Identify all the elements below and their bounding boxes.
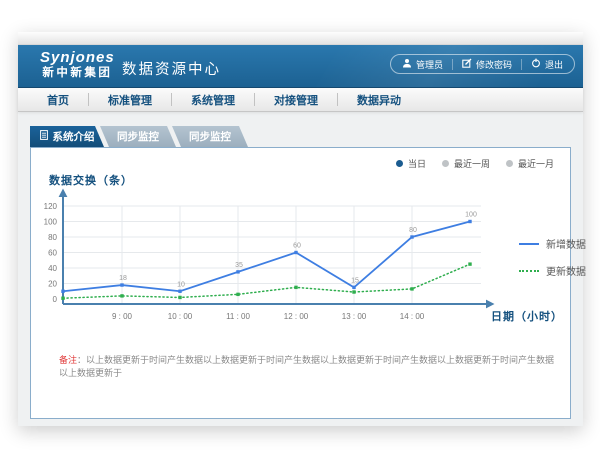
dotted-line-swatch [519, 270, 539, 272]
svg-text:100: 100 [44, 218, 58, 227]
power-icon [531, 58, 541, 70]
svg-text:14 : 00: 14 : 00 [400, 312, 425, 321]
tab-label: 同步监控 [117, 129, 159, 144]
toolbar-divider [452, 59, 453, 70]
tab-label: 系统介绍 [53, 129, 95, 144]
radio-label: 最近一月 [518, 157, 554, 170]
y-axis-title: 数据交换（条） [49, 172, 133, 188]
tab-sync-monitor-1[interactable]: 同步监控 [100, 126, 176, 147]
svg-text:120: 120 [44, 202, 58, 211]
period-selector: 当日 最近一周 最近一月 [396, 157, 554, 170]
svg-text:18: 18 [119, 275, 127, 282]
content-area: 系统介绍 同步监控 同步监控 当日 最近一周 [18, 112, 583, 426]
line-chart: 0 20 40 60 80 100 120 9 : 00 10 : 00 11 : 00 12 : … [31, 188, 571, 338]
logout-label: 退出 [545, 58, 563, 71]
svg-text:100: 100 [465, 212, 477, 219]
tab-system-intro[interactable]: 系统介绍 [30, 126, 104, 147]
chart-panel: 当日 最近一周 最近一月 数据交换（条） 0 20 40 60 80 100 120 9 : … [30, 147, 571, 419]
legend-item-new-data[interactable]: 新增数据 [519, 236, 586, 251]
radio-today[interactable]: 当日 [396, 157, 426, 170]
app-title: 数据资源中心 [122, 58, 221, 79]
legend-item-updated-data[interactable]: 更新数据 [519, 263, 586, 278]
footer-note-text: ：以上数据更新于时间产生数据以上数据更新于时间产生数据以上数据更新于时间产生数据… [59, 355, 554, 378]
nav-item-integration-mgmt[interactable]: 对接管理 [255, 92, 337, 108]
tab-label: 同步监控 [189, 129, 231, 144]
svg-text:10: 10 [177, 281, 185, 288]
svg-text:40: 40 [48, 264, 57, 273]
brand-logo-text-cn: 新中新集团 [40, 66, 115, 80]
svg-text:20: 20 [48, 280, 57, 289]
change-password-button[interactable]: 修改密码 [462, 58, 512, 71]
svg-text:15: 15 [351, 277, 359, 284]
svg-text:80: 80 [409, 227, 417, 234]
brand-logo-text-en: Synjones [40, 49, 115, 66]
radio-dot [442, 160, 449, 167]
svg-text:12 : 00: 12 : 00 [284, 312, 309, 321]
tab-sync-monitor-2[interactable]: 同步监控 [172, 126, 248, 147]
footer-note: 备注：以上数据更新于时间产生数据以上数据更新于时间产生数据以上数据更新于时间产生… [59, 354, 559, 380]
nav-item-data-change[interactable]: 数据异动 [338, 92, 420, 108]
svg-text:0: 0 [53, 295, 58, 304]
main-nav: 首页 标准管理 系统管理 对接管理 数据异动 [18, 88, 583, 112]
radio-dot [506, 160, 513, 167]
chart-legend: 新增数据 更新数据 [519, 236, 586, 278]
tab-bar: 系统介绍 同步监控 同步监控 [30, 126, 571, 147]
svg-text:35: 35 [235, 262, 243, 269]
radio-dot-selected [396, 160, 403, 167]
svg-text:13 : 00: 13 : 00 [342, 312, 367, 321]
radio-last-week[interactable]: 最近一周 [442, 157, 490, 170]
toolbar-divider [521, 59, 522, 70]
svg-text:80: 80 [48, 233, 57, 242]
radio-label: 当日 [408, 157, 426, 170]
user-menu-button[interactable]: 管理员 [402, 58, 443, 71]
nav-item-standard-mgmt[interactable]: 标准管理 [89, 92, 171, 108]
window-top-strip [18, 32, 583, 45]
user-name-label: 管理员 [416, 58, 443, 71]
svg-text:60: 60 [293, 243, 301, 250]
x-axis-title: 日期（小时） [491, 308, 563, 324]
svg-text:10 : 00: 10 : 00 [168, 312, 193, 321]
solid-line-swatch [519, 243, 539, 245]
legend-label: 更新数据 [546, 263, 586, 278]
logout-button[interactable]: 退出 [531, 58, 563, 71]
document-icon [40, 130, 48, 143]
edit-icon [462, 58, 472, 70]
app-window: Synjones 新中新集团 数据资源中心 管理员 修改密码 [18, 32, 583, 426]
user-toolbar: 管理员 修改密码 退出 [390, 54, 575, 74]
radio-label: 最近一周 [454, 157, 490, 170]
app-header: Synjones 新中新集团 数据资源中心 管理员 修改密码 [18, 45, 583, 88]
svg-text:60: 60 [48, 249, 57, 258]
nav-item-home[interactable]: 首页 [28, 92, 88, 108]
brand-logo: Synjones 新中新集团 [40, 49, 115, 80]
nav-item-system-mgmt[interactable]: 系统管理 [172, 92, 254, 108]
change-password-label: 修改密码 [476, 58, 512, 71]
svg-text:9 : 00: 9 : 00 [112, 312, 133, 321]
svg-text:11 : 00: 11 : 00 [226, 312, 250, 321]
footer-note-label: 备注 [59, 355, 77, 365]
legend-label: 新增数据 [546, 236, 586, 251]
radio-last-month[interactable]: 最近一月 [506, 157, 554, 170]
user-icon [402, 58, 412, 70]
